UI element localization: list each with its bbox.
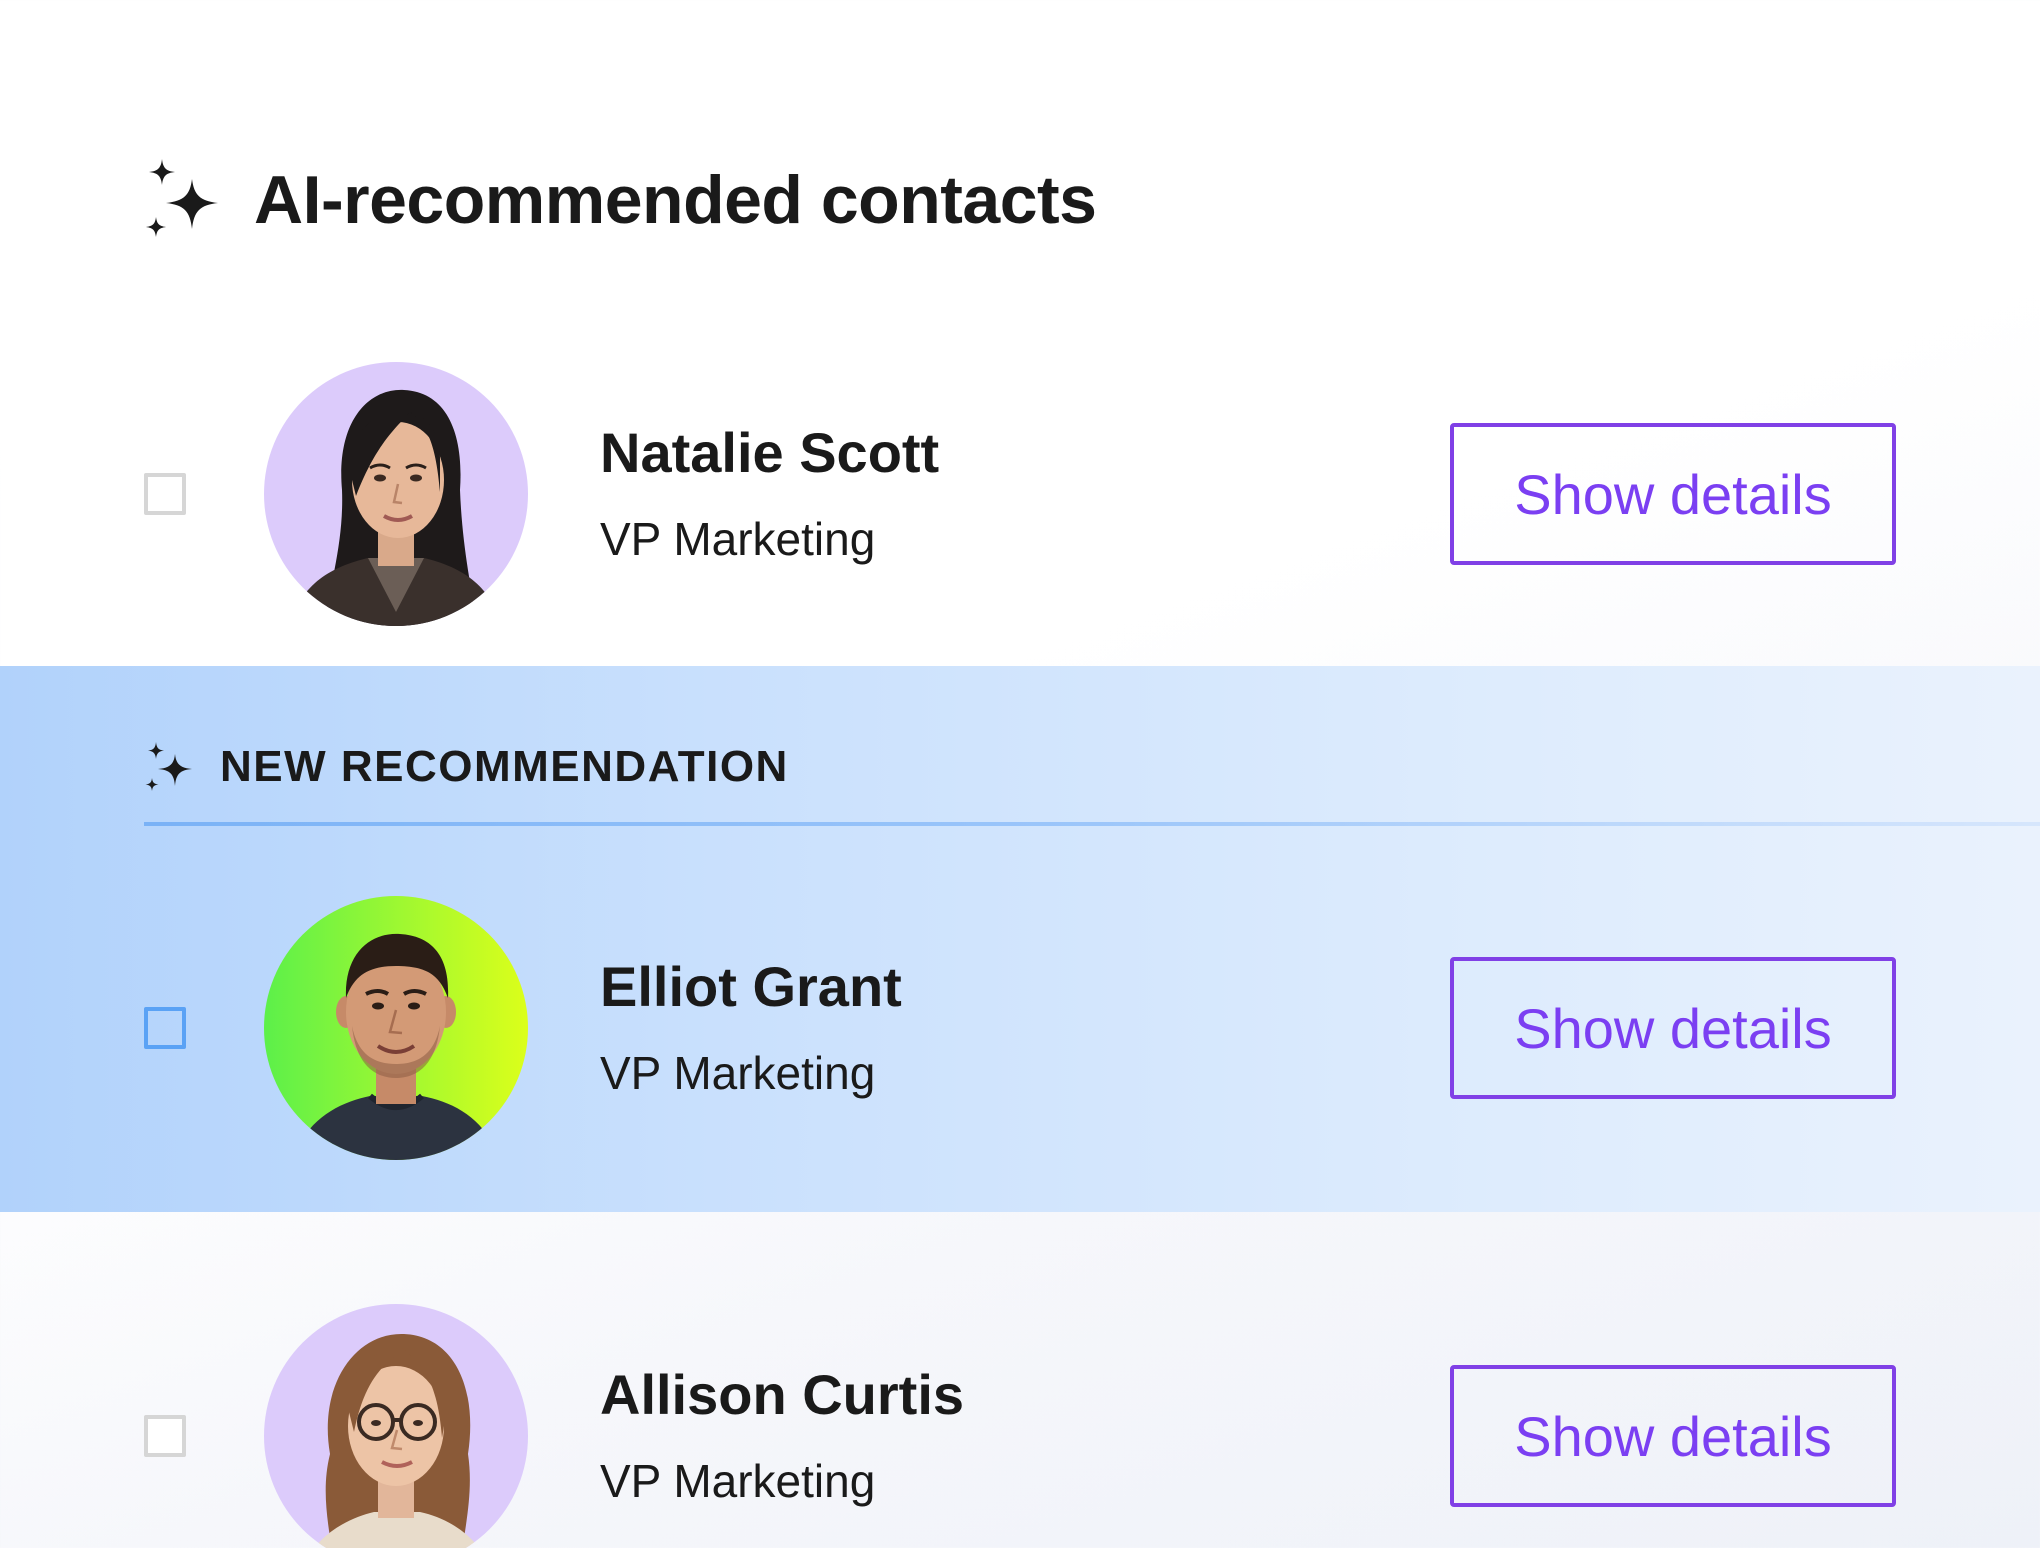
contact-role: VP Marketing: [600, 1047, 876, 1099]
contact-name: Allison Curtis: [600, 1363, 965, 1426]
divider: [144, 822, 2040, 826]
avatar: [264, 896, 528, 1160]
show-details-button[interactable]: Show details: [1450, 423, 1896, 565]
show-details-button[interactable]: Show details: [1450, 1365, 1896, 1507]
contact-name: Elliot Grant: [600, 955, 902, 1018]
recommendation-heading: NEW RECOMMENDATION: [220, 742, 789, 791]
page-title: AI-recommended contacts: [254, 162, 1097, 238]
contact-row: Elliot Grant VP Marketing Show details: [0, 896, 2040, 1160]
contact-checkbox[interactable]: [144, 473, 186, 515]
new-recommendation-label: NEW RECOMMENDATION: [144, 738, 789, 796]
section-header: AI-recommended contacts: [144, 150, 1097, 250]
sparkles-icon: [146, 159, 218, 237]
contact-checkbox[interactable]: [144, 1007, 186, 1049]
contact-checkbox[interactable]: [144, 1415, 186, 1457]
show-details-button[interactable]: Show details: [1450, 957, 1896, 1099]
contact-role: VP Marketing: [600, 513, 876, 565]
sparkles-icon: [145, 742, 192, 791]
contact-row: Allison Curtis VP Marketing Show details: [0, 1304, 2040, 1548]
contact-name: Natalie Scott: [600, 421, 940, 484]
contact-row: Natalie Scott VP Marketing Show details: [0, 362, 2040, 626]
avatar: [264, 1304, 528, 1548]
avatar: [264, 362, 528, 626]
contact-role: VP Marketing: [600, 1455, 876, 1507]
